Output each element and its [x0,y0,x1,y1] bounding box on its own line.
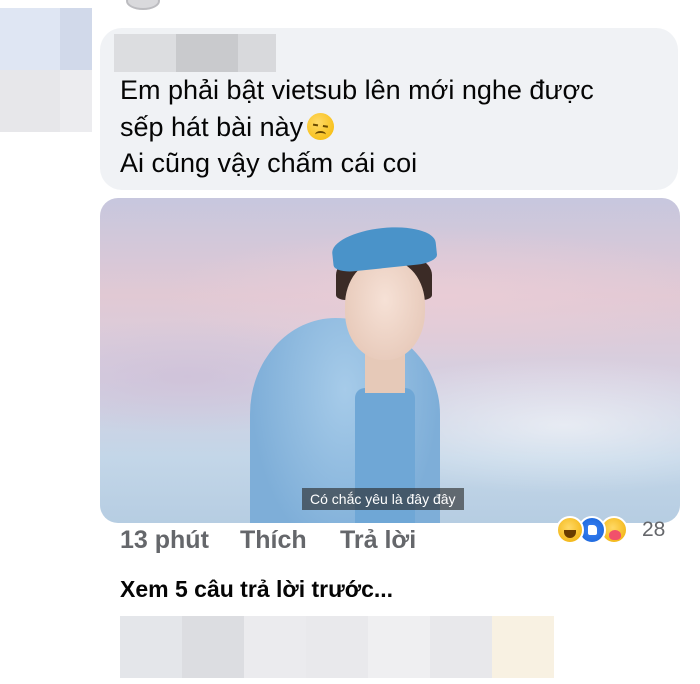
avatar-cutoff [126,0,160,10]
haha-icon [556,516,584,544]
comment-line: sếp hát bài này [120,109,660,146]
comment-timestamp[interactable]: 13 phút [120,526,209,555]
reaction-summary[interactable]: 28 [556,514,680,548]
reaction-count: 28 [642,518,666,541]
comment-line: Ai cũng vậy chấm cái coi [120,148,418,178]
comment-image[interactable]: Có chắc yêu là đây đây [100,198,680,523]
comment-line-text: sếp hát bài này [120,111,304,142]
image-person-face [345,260,425,360]
comment-line: Em phải bật vietsub lên mới nghe được [120,75,594,105]
avatar[interactable] [0,8,92,132]
reply-button[interactable]: Trả lời [340,526,416,555]
like-button[interactable]: Thích [240,526,307,555]
redacted-next-comment [120,616,554,678]
comment-text: Em phải bật vietsub lên mới nghe được sế… [120,72,660,182]
pensive-face-icon [307,112,335,140]
commenter-name-redacted[interactable] [114,34,276,72]
video-subtitle: Có chắc yêu là đây đây [302,488,464,510]
view-previous-replies-link[interactable]: Xem 5 câu trả lời trước... [120,576,393,603]
comment-bubble: Em phải bật vietsub lên mới nghe được sế… [100,28,678,190]
